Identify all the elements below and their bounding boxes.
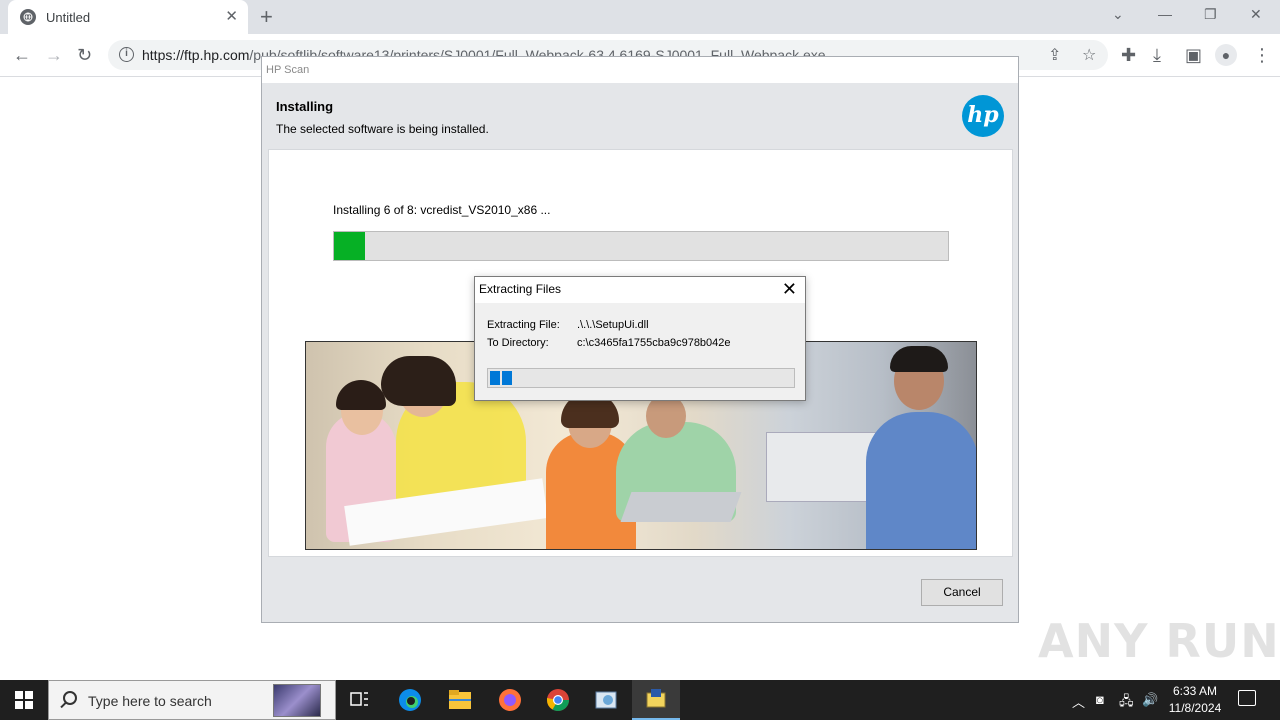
close-icon[interactable]: ✕ xyxy=(782,277,797,302)
browser-tab-bar: Untitled ✕ + ⌄ — ❐ ✕ xyxy=(0,0,1280,34)
extract-progress-block xyxy=(490,371,500,385)
install-progress-fill xyxy=(334,232,365,260)
network-icon[interactable]: 🖧 xyxy=(1119,692,1134,714)
meet-now-icon[interactable]: ◙ xyxy=(1096,692,1104,707)
file-explorer-icon[interactable] xyxy=(436,680,484,720)
url-host: https://ftp.hp.com xyxy=(142,47,250,63)
clock-date: 11/8/2024 xyxy=(1168,701,1222,715)
to-directory-label: To Directory: xyxy=(487,337,549,349)
download-icon[interactable]: ⤓ xyxy=(1153,45,1161,65)
volume-icon[interactable]: 🔊 xyxy=(1142,692,1158,708)
extract-progress-block xyxy=(502,371,512,385)
extract-dialog-title: Extracting Files xyxy=(479,282,562,296)
edge-browser-icon[interactable] xyxy=(386,680,434,720)
windows-start-icon[interactable] xyxy=(0,680,48,720)
install-subtext: The selected software is being installed… xyxy=(276,122,489,136)
chrome-icon[interactable] xyxy=(534,680,582,720)
hp-logo-icon: hp xyxy=(962,95,1004,137)
notification-center-icon[interactable] xyxy=(1238,690,1256,706)
extracting-file-label: Extracting File: xyxy=(487,319,560,331)
install-status-text: Installing 6 of 8: vcredist_VS2010_x86 .… xyxy=(333,203,551,217)
share-icon[interactable]: ⇪ xyxy=(1048,45,1061,65)
back-icon[interactable]: ← xyxy=(13,45,31,65)
new-tab-icon[interactable]: + xyxy=(260,5,273,29)
extract-dialog-titlebar: Extracting Files ✕ xyxy=(475,277,805,303)
install-heading: Installing xyxy=(276,99,334,114)
anyrun-watermark: ANY RUN xyxy=(1038,614,1280,668)
cancel-button[interactable]: Cancel xyxy=(921,579,1003,606)
clock-time: 6:33 AM xyxy=(1172,684,1218,698)
forward-icon[interactable]: → xyxy=(45,45,63,65)
search-highlight-image xyxy=(273,684,321,717)
system-clock[interactable]: 6:33 AM 11/8/2024 xyxy=(1160,683,1230,717)
profile-avatar-icon[interactable]: ● xyxy=(1215,44,1237,66)
windows-taskbar: Type here to search ︿ ◙ 🖧 🔊 6:33 AM 11/8… xyxy=(0,680,1280,720)
search-placeholder: Type here to search xyxy=(88,693,212,709)
side-panel-icon[interactable]: ▣ xyxy=(1185,45,1202,65)
task-view-icon[interactable] xyxy=(336,680,384,720)
extracting-file-value: .\.\.\SetupUi.dll xyxy=(577,319,649,331)
installer-app-icon[interactable] xyxy=(582,680,630,720)
to-directory-value: c:\c3465fa1755cba9c978b042e xyxy=(577,337,731,349)
restore-icon[interactable]: ❐ xyxy=(1204,6,1217,23)
taskbar-search-box[interactable]: Type here to search xyxy=(48,680,336,720)
close-window-icon[interactable]: ✕ xyxy=(1250,6,1262,23)
extracting-files-dialog: Extracting Files ✕ Extracting File: .\.\… xyxy=(474,276,806,401)
tab-title: Untitled xyxy=(46,9,91,25)
install-progress-bar xyxy=(333,231,949,261)
hp-setup-app-icon[interactable] xyxy=(632,680,680,720)
close-tab-icon[interactable]: ✕ xyxy=(225,9,238,25)
site-info-icon[interactable]: i xyxy=(119,47,134,62)
tab-search-icon[interactable]: ⌄ xyxy=(1112,6,1124,23)
globe-icon xyxy=(20,9,36,25)
reload-icon[interactable]: ↻ xyxy=(77,45,92,65)
browser-tab[interactable]: Untitled ✕ xyxy=(8,0,248,34)
extensions-icon[interactable]: ✚ xyxy=(1121,45,1136,65)
bookmark-star-icon[interactable]: ☆ xyxy=(1082,45,1096,65)
extract-progress-bar xyxy=(487,368,795,388)
tray-overflow-chevron-icon[interactable]: ︿ xyxy=(1072,692,1085,711)
firefox-icon[interactable] xyxy=(486,680,534,720)
hp-window-title: HP Scan xyxy=(262,57,1018,83)
minimize-icon[interactable]: — xyxy=(1158,6,1172,22)
search-icon xyxy=(63,691,77,705)
menu-kebab-icon[interactable]: ⋮ xyxy=(1253,45,1271,65)
